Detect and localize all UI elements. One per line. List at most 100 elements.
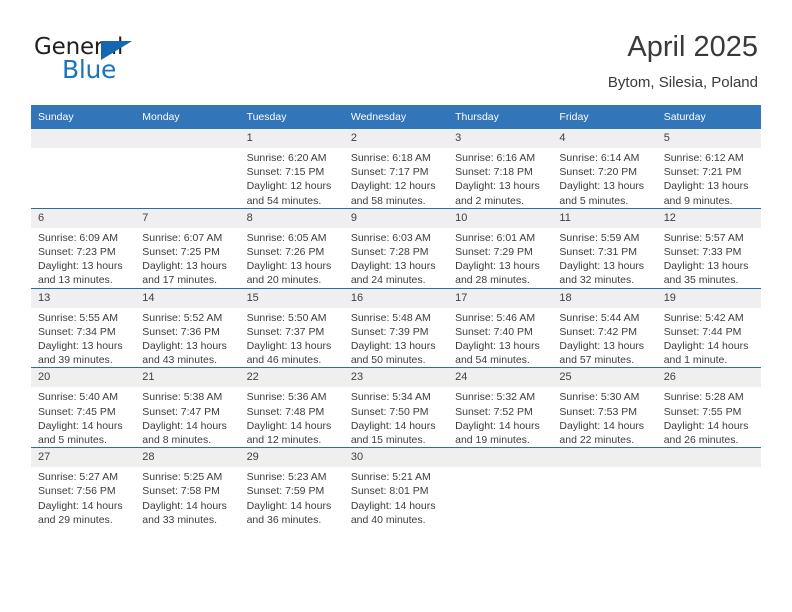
- day-details: Sunrise: 6:14 AM Sunset: 7:20 PM Daylight:…: [552, 148, 656, 208]
- sunrise-text: Sunrise: 5:59 AM: [559, 231, 640, 244]
- calendar-day-cell[interactable]: 19 Sunrise: 5:42 AM Sunset: 7:44 PM Dayligh…: [656, 287, 761, 368]
- daylight-text-line2: and 8 minutes.: [142, 434, 212, 447]
- daylight-text-line1: Daylight: 13 hours: [350, 340, 436, 353]
- calendar-day-cell[interactable]: 18 Sunrise: 5:44 AM Sunset: 7:42 PM Dayligh…: [552, 287, 657, 368]
- daylight-text-line1: Daylight: 13 hours: [559, 180, 645, 193]
- day-details: Sunrise: 6:12 AM Sunset: 7:21 PM Daylight:…: [657, 148, 761, 208]
- day-number: [31, 129, 136, 148]
- daylight-text-line2: and 58 minutes.: [350, 194, 426, 207]
- sunrise-text: Sunrise: 5:46 AM: [455, 311, 536, 324]
- day-details: Sunrise: 6:03 AM Sunset: 7:28 PM Daylight:…: [344, 228, 448, 288]
- day-number: 21: [135, 368, 240, 388]
- calendar-empty-cell: [448, 447, 553, 528]
- daylight-text-line2: and 46 minutes.: [246, 354, 322, 367]
- daylight-text-line1: Daylight: 13 hours: [455, 340, 540, 353]
- calendar-header-row: Sunday Monday Tuesday Wednesday Thursday…: [31, 105, 761, 129]
- calendar-day-cell[interactable]: 14 Sunrise: 5:52 AM Sunset: 7:36 PM Dayligh…: [135, 287, 240, 368]
- calendar-day-cell[interactable]: 4 Sunrise: 6:14 AM Sunset: 7:20 PM Daylight…: [552, 129, 657, 209]
- day-number: [135, 129, 240, 148]
- calendar-day-cell[interactable]: 20 Sunrise: 5:40 AM Sunset: 7:45 PM Dayligh…: [31, 367, 136, 448]
- sunrise-text: Sunrise: 5:40 AM: [38, 391, 118, 404]
- sunrise-text: Sunrise: 5:28 AM: [663, 391, 744, 404]
- sunset-text: Sunset: 7:42 PM: [559, 325, 638, 338]
- daylight-text-line2: and 54 minutes.: [246, 194, 322, 207]
- daylight-text-line1: Daylight: 13 hours: [246, 260, 332, 273]
- calendar-day-cell[interactable]: 6 Sunrise: 6:09 AM Sunset: 7:23 PM Daylight…: [31, 207, 136, 289]
- day-number: 25: [552, 368, 657, 388]
- weekday-header-sunday: Sunday: [31, 105, 136, 129]
- calendar-week-row: 27 Sunrise: 5:27 AM Sunset: 7:56 PM Dayligh…: [31, 447, 761, 528]
- sunset-text: Sunset: 7:58 PM: [142, 485, 220, 498]
- day-number: 20: [31, 368, 136, 388]
- sunset-text: Sunset: 7:15 PM: [246, 166, 325, 179]
- daylight-text-line2: and 15 minutes.: [350, 434, 426, 447]
- day-details: Sunrise: 5:32 AM Sunset: 7:52 PM Daylight:…: [448, 387, 552, 447]
- day-details: Sunrise: 6:07 AM Sunset: 7:25 PM Daylight:…: [135, 228, 239, 288]
- calendar-day-cell[interactable]: 26 Sunrise: 5:28 AM Sunset: 7:55 PM Dayligh…: [656, 367, 761, 448]
- day-number: 28: [135, 448, 240, 468]
- daylight-text-line2: and 57 minutes.: [559, 354, 635, 367]
- calendar-day-cell[interactable]: 12 Sunrise: 5:57 AM Sunset: 7:33 PM Dayligh…: [656, 207, 761, 289]
- sunrise-text: Sunrise: 5:50 AM: [246, 311, 327, 324]
- weekday-header-tuesday: Tuesday: [239, 105, 344, 129]
- calendar-day-cell[interactable]: 28 Sunrise: 5:25 AM Sunset: 7:58 PM Dayligh…: [135, 447, 240, 528]
- calendar-day-cell[interactable]: 9 Sunrise: 6:03 AM Sunset: 7:28 PM Daylight…: [343, 207, 449, 289]
- calendar-day-cell[interactable]: 24 Sunrise: 5:32 AM Sunset: 7:52 PM Dayligh…: [448, 367, 553, 448]
- sunset-text: Sunset: 7:45 PM: [38, 405, 116, 418]
- day-details: Sunrise: 5:36 AM Sunset: 7:48 PM Daylight:…: [240, 387, 344, 447]
- day-number: 4: [552, 129, 657, 148]
- day-details: [31, 148, 135, 151]
- daylight-text-line1: Daylight: 13 hours: [350, 260, 436, 273]
- calendar-day-cell[interactable]: 15 Sunrise: 5:50 AM Sunset: 7:37 PM Dayligh…: [239, 287, 344, 368]
- sunrise-text: Sunrise: 5:52 AM: [142, 311, 223, 324]
- daylight-text-line1: Daylight: 13 hours: [38, 340, 123, 353]
- calendar-day-cell[interactable]: 8 Sunrise: 6:05 AM Sunset: 7:26 PM Daylight…: [239, 207, 344, 289]
- calendar-day-cell[interactable]: 16 Sunrise: 5:48 AM Sunset: 7:39 PM Dayligh…: [343, 287, 449, 368]
- sunrise-text: Sunrise: 5:42 AM: [663, 311, 744, 324]
- calendar-day-cell[interactable]: 30 Sunrise: 5:21 AM Sunset: 8:01 PM Dayligh…: [343, 447, 449, 528]
- calendar-day-cell[interactable]: 11 Sunrise: 5:59 AM Sunset: 7:31 PM Dayligh…: [552, 207, 657, 289]
- day-number: 3: [448, 129, 553, 148]
- day-number: [656, 448, 761, 468]
- sunset-text: Sunset: 7:34 PM: [38, 325, 116, 338]
- calendar-day-cell[interactable]: 5 Sunrise: 6:12 AM Sunset: 7:21 PM Daylight…: [656, 129, 761, 209]
- calendar-day-cell[interactable]: 2 Sunrise: 6:18 AM Sunset: 7:17 PM Daylight…: [343, 129, 449, 209]
- calendar-day-cell[interactable]: 7 Sunrise: 6:07 AM Sunset: 7:25 PM Daylight…: [135, 207, 240, 289]
- day-details: Sunrise: 5:46 AM Sunset: 7:40 PM Daylight:…: [448, 308, 552, 368]
- calendar-day-cell[interactable]: 29 Sunrise: 5:23 AM Sunset: 7:59 PM Dayligh…: [239, 447, 344, 528]
- calendar-day-cell[interactable]: 27 Sunrise: 5:27 AM Sunset: 7:56 PM Dayligh…: [31, 447, 136, 528]
- daylight-text-line1: Daylight: 13 hours: [246, 340, 332, 353]
- daylight-text-line1: Daylight: 14 hours: [559, 419, 645, 432]
- calendar-day-cell[interactable]: 17 Sunrise: 5:46 AM Sunset: 7:40 PM Dayligh…: [448, 287, 553, 368]
- day-details: Sunrise: 5:52 AM Sunset: 7:36 PM Daylight:…: [135, 308, 239, 368]
- calendar-day-cell[interactable]: 21 Sunrise: 5:38 AM Sunset: 7:47 PM Dayligh…: [135, 367, 240, 448]
- daylight-text-line1: Daylight: 14 hours: [350, 499, 436, 512]
- calendar-day-cell[interactable]: 1 Sunrise: 6:20 AM Sunset: 7:15 PM Daylight…: [239, 129, 344, 209]
- sunset-text: Sunset: 7:25 PM: [142, 246, 220, 259]
- day-details: Sunrise: 6:18 AM Sunset: 7:17 PM Daylight:…: [344, 148, 448, 208]
- day-details: [448, 467, 552, 470]
- sunrise-text: Sunrise: 6:09 AM: [38, 231, 118, 244]
- calendar-day-cell[interactable]: 13 Sunrise: 5:55 AM Sunset: 7:34 PM Dayligh…: [31, 287, 136, 368]
- calendar-day-cell[interactable]: 3 Sunrise: 6:16 AM Sunset: 7:18 PM Daylight…: [448, 129, 553, 209]
- day-number: 12: [656, 208, 761, 228]
- calendar-day-cell[interactable]: 23 Sunrise: 5:34 AM Sunset: 7:50 PM Dayligh…: [343, 367, 449, 448]
- sunset-text: Sunset: 7:59 PM: [246, 485, 325, 498]
- daylight-text-line2: and 50 minutes.: [350, 354, 426, 367]
- day-details: Sunrise: 5:48 AM Sunset: 7:39 PM Daylight:…: [344, 308, 448, 368]
- day-number: 10: [448, 208, 553, 228]
- sunrise-text: Sunrise: 5:36 AM: [246, 391, 327, 404]
- sunset-text: Sunset: 7:40 PM: [455, 325, 533, 338]
- day-number: 1: [239, 129, 344, 148]
- sunrise-text: Sunrise: 5:57 AM: [663, 231, 744, 244]
- weekday-header-friday: Friday: [552, 105, 657, 129]
- calendar-day-cell[interactable]: 22 Sunrise: 5:36 AM Sunset: 7:48 PM Dayligh…: [239, 367, 344, 448]
- day-number: 6: [31, 208, 136, 228]
- location-subtitle: Bytom, Silesia, Poland: [607, 74, 758, 91]
- sunset-text: Sunset: 7:17 PM: [350, 166, 429, 179]
- daylight-text-line1: Daylight: 13 hours: [38, 260, 123, 273]
- daylight-text-line2: and 26 minutes.: [663, 434, 739, 447]
- calendar-day-cell[interactable]: 10 Sunrise: 6:01 AM Sunset: 7:29 PM Dayligh…: [448, 207, 553, 289]
- calendar-day-cell[interactable]: 25 Sunrise: 5:30 AM Sunset: 7:53 PM Dayligh…: [552, 367, 657, 448]
- sunset-text: Sunset: 7:56 PM: [38, 485, 116, 498]
